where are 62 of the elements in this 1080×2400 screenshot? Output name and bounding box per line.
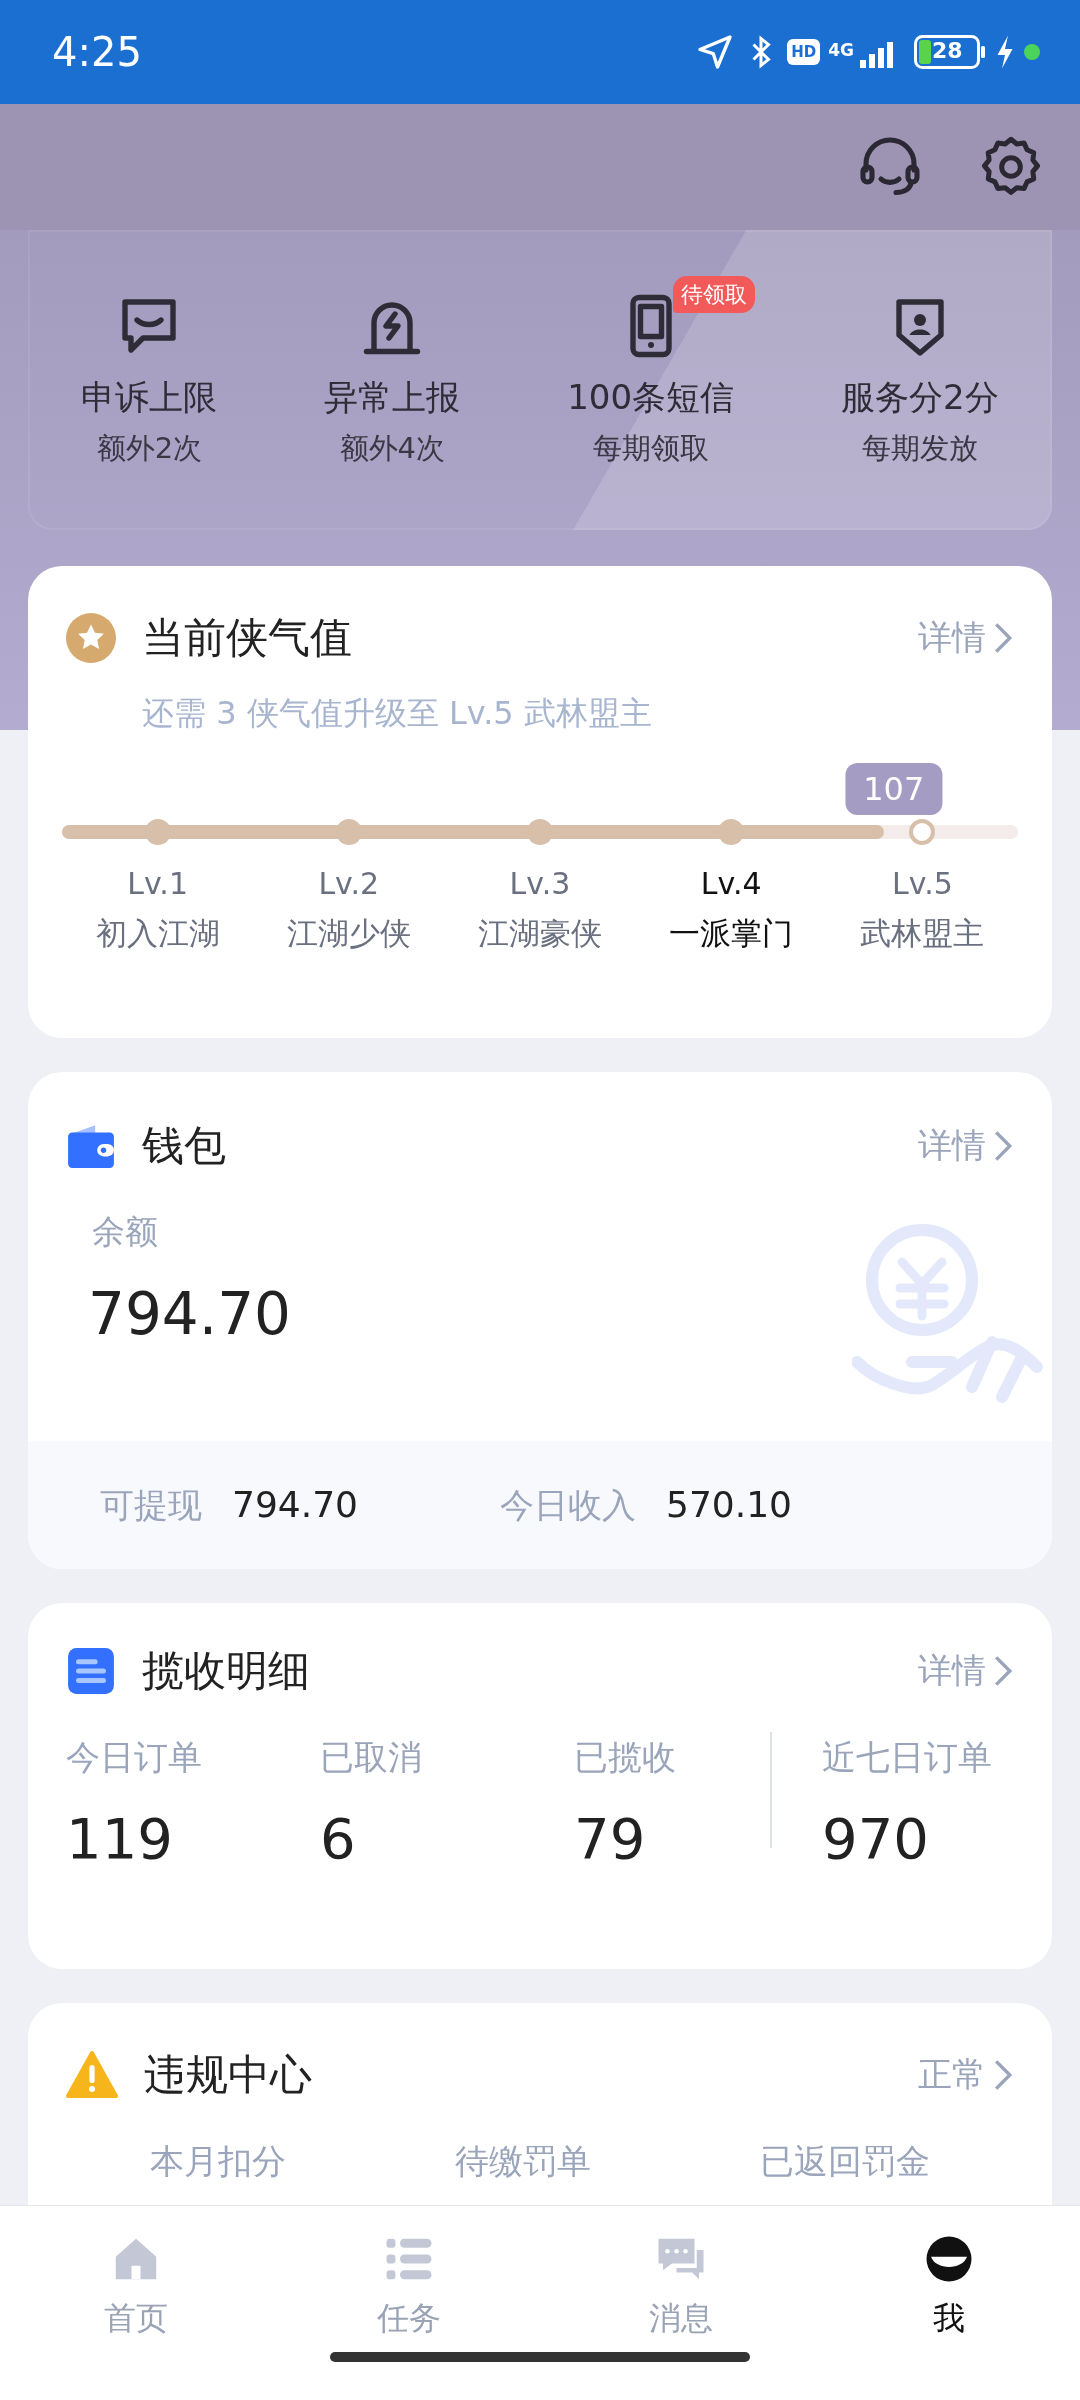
tab[interactable]: 我 <box>817 2206 1080 2400</box>
perk-title: 服务分2分 <box>840 375 999 419</box>
chevron-icon <box>992 1128 1014 1163</box>
perk-note: 额外2次 <box>96 429 203 467</box>
network-type: 4G <box>828 39 854 62</box>
level-name: 武林盟主 <box>860 914 985 953</box>
card-title: 钱包 <box>142 1120 226 1172</box>
stat-value: 570.10 <box>666 1483 792 1527</box>
level-code: Lv.1 <box>127 865 188 903</box>
perk-title: 100条短信 <box>567 375 735 419</box>
column-header: 本月扣分 <box>150 2140 287 2183</box>
details-link[interactable]: 正常 <box>918 2049 1014 2100</box>
stat-label: 已揽收 <box>574 1736 677 1779</box>
details-link[interactable]: 详情 <box>918 1120 1014 1171</box>
details-link[interactable]: 详情 <box>918 1645 1014 1696</box>
balance-label: 余额 <box>92 1211 159 1253</box>
status-dot-icon <box>1024 44 1040 60</box>
chevron-icon <box>992 2057 1014 2092</box>
level-code: Lv.2 <box>318 865 380 903</box>
stat-label: 近七日订单 <box>822 1736 992 1779</box>
perk-note: 每期领取 <box>592 429 709 467</box>
status-time: 4:25 <box>52 28 142 77</box>
level-code: Lv.3 <box>509 865 571 903</box>
level-name: 江湖少侠 <box>286 914 411 953</box>
stat-value: 79 <box>574 1805 647 1873</box>
chevron-icon <box>992 620 1014 655</box>
chevron-icon <box>992 1653 1014 1688</box>
battery-icon <box>914 35 986 69</box>
stat-value: 6 <box>320 1805 357 1873</box>
warning-icon <box>66 2050 118 2099</box>
details-link[interactable]: 详情 <box>918 612 1014 663</box>
card-title: 违规中心 <box>144 2049 312 2101</box>
tab[interactable]: 首页 <box>0 2206 273 2400</box>
stat-label: 已取消 <box>320 1736 423 1779</box>
perk-title: 申诉上限 <box>81 375 218 419</box>
stat-label: 今日订单 <box>66 1736 203 1779</box>
hd-indicator: HD <box>787 38 821 66</box>
stat-value: 794.70 <box>232 1483 358 1527</box>
level-code: Lv.4 <box>700 865 762 903</box>
level-name: 江湖豪侠 <box>478 914 602 953</box>
list-icon <box>66 1645 116 1696</box>
column-header: 已返回罚金 <box>759 2140 930 2183</box>
level-code: Lv.5 <box>892 865 953 903</box>
tab[interactable]: 消息 <box>545 2206 818 2400</box>
stat-label: 今日收入 <box>500 1483 636 1527</box>
card-title: 当前侠气值 <box>142 612 352 664</box>
column-header: 待缴罚单 <box>455 2140 591 2183</box>
perk-title: 异常上报 <box>324 375 461 419</box>
stat-value: 119 <box>66 1805 174 1873</box>
level-name: 初入江湖 <box>95 914 220 953</box>
stat-value: 970 <box>822 1805 930 1873</box>
badge: 待领取 <box>672 275 755 313</box>
stat-label: 可提现 <box>100 1483 202 1527</box>
tab[interactable]: 任务 <box>272 2206 545 2400</box>
perk-note: 每期发放 <box>861 429 978 467</box>
progress-hint: 还需 3 侠气值升级至 Lv.5 武林盟主 <box>142 693 653 734</box>
battery-level: 28 <box>932 40 963 62</box>
score-bubble: 107 <box>845 763 943 815</box>
balance-amount: 794.70 <box>88 1278 292 1350</box>
level-name: 一派掌门 <box>669 914 794 953</box>
card-title: 揽收明细 <box>142 1645 310 1697</box>
perk-note: 额外4次 <box>339 429 445 467</box>
